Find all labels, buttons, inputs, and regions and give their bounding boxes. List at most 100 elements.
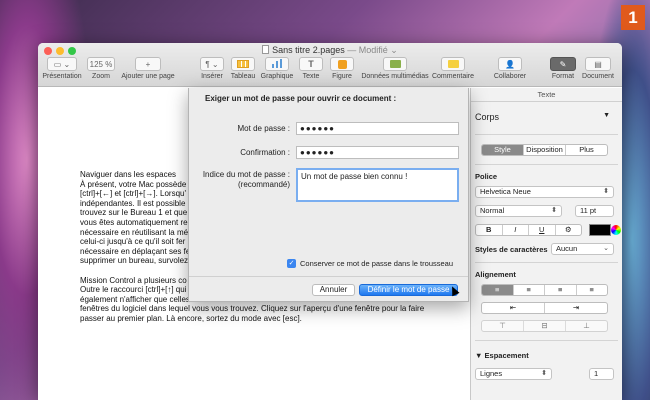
align-middle-icon[interactable]: ⊟ bbox=[524, 321, 566, 331]
document-icon bbox=[262, 45, 270, 54]
keychain-label: Conserver ce mot de passe dans le trouss… bbox=[300, 259, 453, 268]
stepper-icon: ⬍ bbox=[603, 188, 609, 195]
table-label: Tableau bbox=[230, 73, 256, 80]
checkmark-icon: ✓ bbox=[287, 259, 296, 268]
chart-button[interactable]: Graphique bbox=[260, 57, 294, 80]
char-styles-select[interactable]: Aucun ⌄ bbox=[551, 243, 614, 255]
password-label: Mot de passe : bbox=[237, 124, 290, 133]
pages-window: Sans titre 2.pages — Modifié ⌄ ▭ ⌄ Prése… bbox=[38, 43, 622, 400]
shape-button[interactable]: Figure bbox=[328, 57, 356, 80]
align-bottom-icon[interactable]: ⊥ bbox=[566, 321, 607, 331]
spacing-value-field[interactable]: 1 bbox=[589, 368, 614, 380]
document-name: Sans titre 2.pages bbox=[272, 45, 345, 55]
dropdown-triangle-icon: ▼ bbox=[603, 112, 610, 119]
underline-button[interactable]: U bbox=[529, 225, 556, 235]
set-password-button[interactable]: Définir le mot de passe bbox=[359, 284, 458, 296]
spacing-value: 1 bbox=[594, 369, 599, 378]
chart-label: Graphique bbox=[260, 73, 294, 80]
format-button[interactable]: ✎ Format bbox=[548, 57, 578, 80]
shape-label: Figure bbox=[332, 73, 352, 80]
italic-button[interactable]: I bbox=[503, 225, 529, 235]
document-label: Document bbox=[582, 73, 614, 80]
paintbrush-icon: ✎ bbox=[550, 57, 576, 71]
tab-more[interactable]: Plus bbox=[566, 145, 607, 155]
step-badge: 1 bbox=[621, 5, 645, 30]
alignment-section-label: Alignement bbox=[475, 270, 516, 279]
bold-button[interactable]: B bbox=[476, 225, 503, 235]
font-weight-select[interactable]: Normal ⬍ bbox=[475, 205, 562, 217]
add-page-button[interactable]: + Ajouter une page bbox=[120, 57, 176, 80]
window-title[interactable]: Sans titre 2.pages — Modifié ⌄ bbox=[38, 45, 622, 56]
stepper-icon: ⬍ bbox=[541, 370, 547, 377]
media-label: Données multimédias bbox=[361, 73, 429, 80]
collaborate-button[interactable]: 👤 Collaborer bbox=[492, 57, 528, 80]
color-wheel-icon[interactable] bbox=[611, 225, 621, 235]
paragraph-style-select[interactable]: Corps ▼ bbox=[475, 112, 614, 126]
vertical-align-buttons: ⊤ ⊟ ⊥ bbox=[481, 320, 608, 332]
comment-icon bbox=[447, 60, 459, 68]
align-justify-icon[interactable]: ≡ bbox=[577, 285, 608, 295]
insert-button[interactable]: ¶ ⌄ Insérer bbox=[198, 57, 226, 80]
modified-status: — Modifié bbox=[347, 45, 388, 55]
media-button[interactable]: Données multimédias bbox=[360, 57, 430, 80]
text-color-well[interactable] bbox=[589, 224, 611, 236]
comment-label: Commentaire bbox=[431, 73, 474, 80]
presentation-button[interactable]: ▭ ⌄ Présentation bbox=[40, 57, 84, 80]
sheet-title: Exiger un mot de passe pour ouvrir ce do… bbox=[205, 94, 397, 103]
add-page-label: Ajouter une page bbox=[121, 73, 175, 80]
gear-icon[interactable]: ⚙ bbox=[556, 225, 582, 235]
password-field[interactable]: ●●●●●● bbox=[296, 122, 459, 135]
decrease-indent-icon[interactable]: ⇤ bbox=[482, 303, 545, 313]
align-top-icon[interactable]: ⊤ bbox=[482, 321, 524, 331]
comment-button[interactable]: Commentaire bbox=[430, 57, 476, 80]
align-right-icon[interactable]: ≡ bbox=[545, 285, 577, 295]
presentation-label: Présentation bbox=[42, 73, 82, 80]
indent-buttons: ⇤ ⇥ bbox=[481, 302, 608, 314]
chevron-down-icon: ⌄ bbox=[390, 45, 398, 55]
font-family-select[interactable]: Helvetica Neue ⬍ bbox=[475, 186, 614, 198]
password-sheet: Exiger un mot de passe pour ouvrir ce do… bbox=[188, 88, 469, 302]
collaborate-icon: 👤 bbox=[498, 57, 522, 71]
font-size-field[interactable]: 11 pt bbox=[575, 205, 614, 217]
paragraph-icon: ¶ ⌄ bbox=[200, 57, 224, 71]
disclosure-triangle-icon: ▼ bbox=[475, 351, 483, 360]
insert-label: Insérer bbox=[201, 73, 223, 80]
text-button[interactable]: T Texte bbox=[298, 57, 324, 80]
align-left-icon[interactable]: ≡ bbox=[482, 285, 514, 295]
document-button[interactable]: ▤ Document bbox=[580, 57, 616, 80]
font-section-label: Police bbox=[475, 172, 498, 181]
keychain-checkbox[interactable]: ✓ Conserver ce mot de passe dans le trou… bbox=[287, 259, 453, 268]
confirm-password-field[interactable]: ●●●●●● bbox=[296, 146, 459, 159]
table-icon bbox=[237, 60, 249, 68]
zoom-label: Zoom bbox=[92, 73, 110, 80]
sidebar-icon: ▭ ⌄ bbox=[47, 57, 77, 71]
text-box-icon: T bbox=[308, 59, 314, 69]
confirm-label: Confirmation : bbox=[240, 148, 290, 157]
tab-layout[interactable]: Disposition bbox=[524, 145, 566, 155]
alignment-buttons: ≡ ≡ ≡ ≡ bbox=[481, 284, 608, 296]
document-panel-icon: ▤ bbox=[585, 57, 611, 71]
spacing-type-value: Lignes bbox=[480, 369, 503, 378]
media-icon bbox=[389, 60, 401, 68]
inspector-tabs: Style Disposition Plus bbox=[481, 144, 608, 156]
cancel-button[interactable]: Annuler bbox=[312, 284, 355, 296]
align-center-icon[interactable]: ≡ bbox=[514, 285, 545, 295]
spacing-section[interactable]: ▼ Espacement bbox=[475, 351, 614, 360]
font-size-value: 11 pt bbox=[580, 206, 597, 215]
font-family-value: Helvetica Neue bbox=[480, 187, 531, 196]
tab-style[interactable]: Style bbox=[482, 145, 524, 155]
inspector-header: Texte bbox=[471, 88, 622, 102]
table-button[interactable]: Tableau bbox=[228, 57, 258, 80]
hint-label: Indice du mot de passe : (recommandé) bbox=[202, 170, 290, 189]
password-hint-field[interactable]: Un mot de passe bien connu ! bbox=[296, 168, 459, 202]
increase-indent-icon[interactable]: ⇥ bbox=[545, 303, 607, 313]
spacing-type-select[interactable]: Lignes ⬍ bbox=[475, 368, 552, 380]
text-label: Texte bbox=[302, 73, 320, 80]
zoom-button[interactable]: 125 % Zoom bbox=[86, 57, 116, 80]
format-inspector: Texte Corps ▼ Style Disposition Plus Pol… bbox=[470, 88, 622, 400]
zoom-value: 125 % bbox=[87, 57, 115, 71]
collaborate-label: Collaborer bbox=[493, 73, 527, 80]
titlebar: Sans titre 2.pages — Modifié ⌄ ▭ ⌄ Prése… bbox=[38, 43, 622, 87]
font-weight-value: Normal bbox=[480, 206, 505, 215]
paragraph-style-value: Corps bbox=[475, 112, 500, 122]
